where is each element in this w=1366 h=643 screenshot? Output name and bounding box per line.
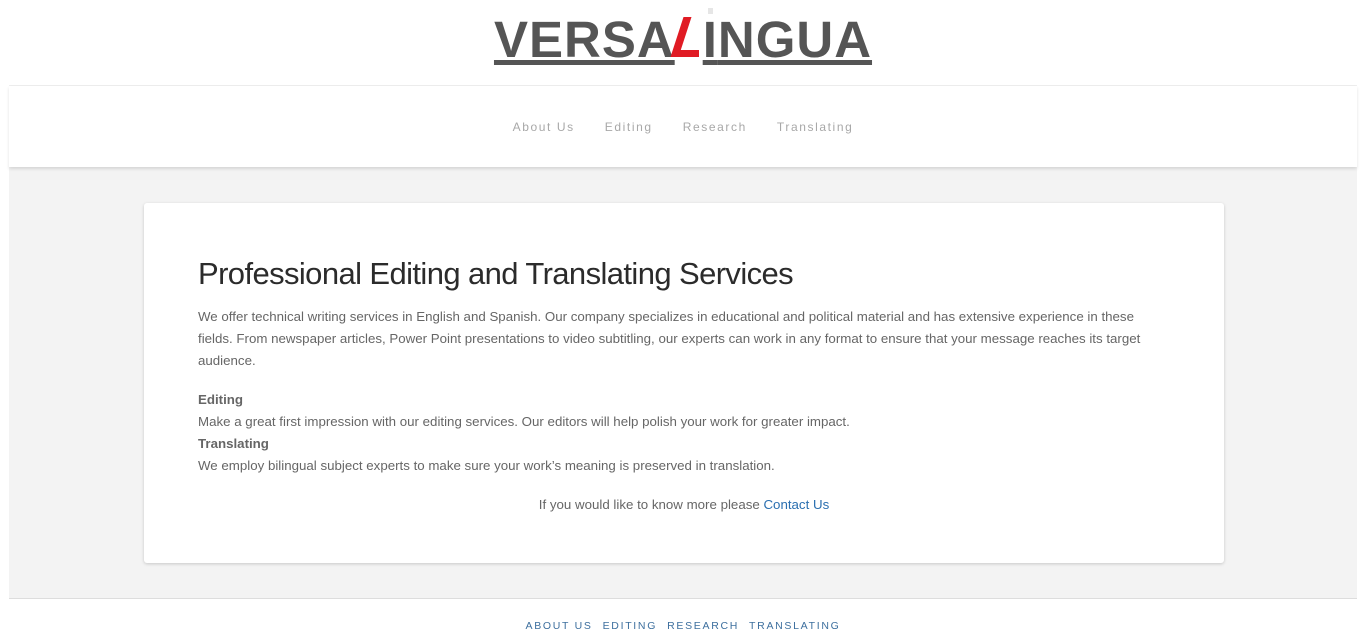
page: VERSA I NGUA About Us Editing Research T… — [0, 0, 1366, 643]
footer-link-editing[interactable]: Editing — [603, 620, 658, 632]
logo-i-dot-icon — [708, 8, 714, 14]
nav-link-editing[interactable]: Editing — [605, 120, 653, 134]
footer-navigation: About Us Editing Research Translating — [9, 600, 1357, 643]
services-list: Editing Make a great first impression wi… — [198, 389, 1170, 477]
contact-cta: If you would like to know more please Co… — [198, 494, 1170, 516]
top-navigation: About Us Editing Research Translating — [9, 86, 1357, 167]
site-logo[interactable]: VERSA I NGUA — [493, 8, 873, 68]
footer-link-research[interactable]: Research — [667, 620, 739, 632]
cta-text: If you would like to know more please — [538, 497, 764, 513]
footer-link-about-us[interactable]: About Us — [526, 620, 593, 632]
nav-link-research[interactable]: Research — [683, 120, 747, 134]
service-text-editing: Make a great first impression with our e… — [198, 414, 850, 430]
nav-link-about-us[interactable]: About Us — [513, 120, 575, 134]
site-header: VERSA I NGUA — [9, 0, 1357, 86]
logo-i-letter: I — [703, 8, 718, 65]
content-card: Professional Editing and Translating Ser… — [144, 203, 1224, 563]
footer-link-translating[interactable]: Translating — [749, 620, 840, 632]
page-title: Professional Editing and Translating Ser… — [198, 256, 794, 291]
main-content-area: Professional Editing and Translating Ser… — [9, 167, 1357, 599]
contact-us-link[interactable]: Contact Us — [763, 497, 829, 512]
intro-paragraph: We offer technical writing services in E… — [198, 309, 1141, 369]
service-text-translating: We employ bilingual subject experts to m… — [198, 458, 775, 474]
nav-link-translating[interactable]: Translating — [777, 120, 854, 134]
logo-text-suffix: NGUA — [717, 11, 873, 68]
service-heading-editing: Editing — [198, 392, 244, 408]
logo-text-prefix: VERSA — [493, 11, 675, 68]
logo-l-mark-icon — [670, 17, 701, 57]
service-heading-translating: Translating — [198, 436, 269, 452]
